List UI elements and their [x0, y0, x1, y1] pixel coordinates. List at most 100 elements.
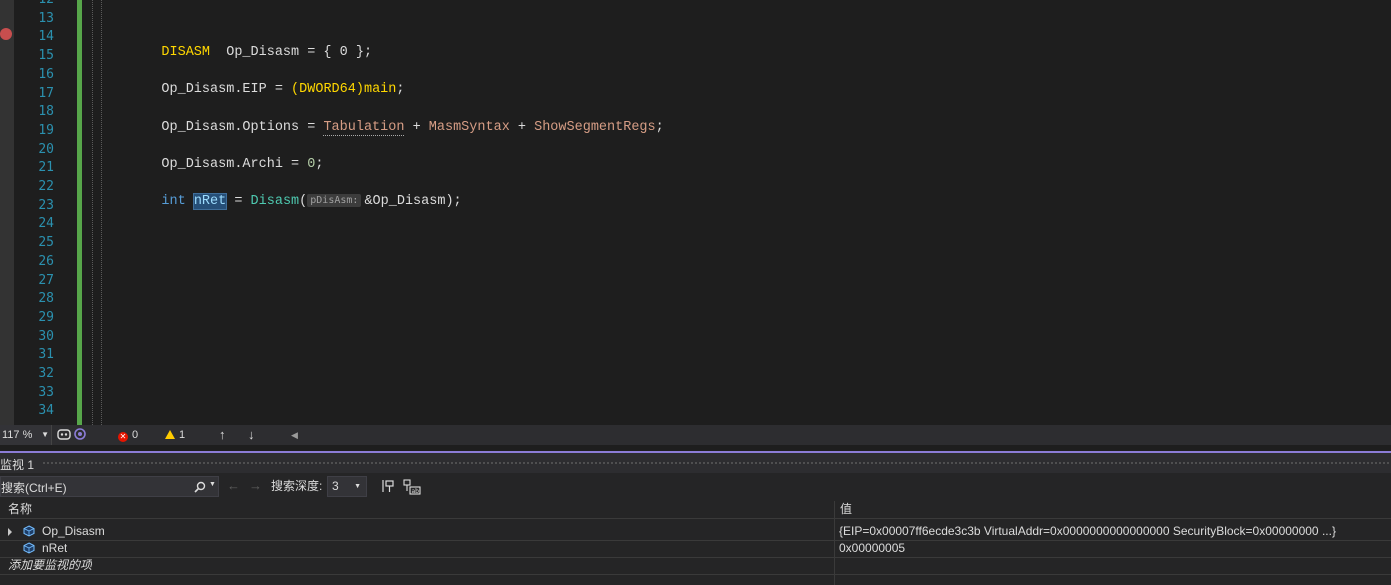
line-number: 17: [38, 85, 54, 101]
zoom-level: 117 %: [2, 429, 33, 441]
line-number: 14: [38, 29, 54, 45]
add-watch-placeholder[interactable]: 添加要监视的项: [8, 557, 92, 574]
chevron-down-icon: ▼: [354, 483, 361, 490]
line-number: 20: [38, 141, 54, 157]
scroll-left-icon[interactable]: ◀: [291, 425, 298, 445]
object-icon: [23, 542, 35, 554]
drag-grip[interactable]: [42, 461, 1391, 465]
code-text: +: [509, 119, 535, 135]
column-header-value[interactable]: 值: [840, 501, 852, 518]
chevron-down-icon[interactable]: ▼: [209, 481, 216, 488]
line-number: 19: [38, 122, 54, 138]
code-text: .Options =: [234, 119, 324, 135]
back-arrow-icon[interactable]: ←: [227, 475, 240, 497]
add-watch-row[interactable]: 添加要监视的项: [0, 557, 1391, 575]
search-icon[interactable]: [194, 481, 206, 493]
variable-token: Op_Disasm: [161, 119, 235, 135]
type-token: DISASM: [161, 44, 211, 60]
enum-token: ShowSegmentRegs: [534, 119, 656, 135]
breakpoint-icon[interactable]: [0, 28, 12, 40]
line-number: 30: [38, 328, 54, 344]
indent-guide: [101, 0, 103, 425]
code-text: ;: [655, 119, 664, 135]
code-text: .Archi =: [234, 156, 308, 172]
grid-header: 名称 值: [0, 501, 1391, 519]
intellicode-icon[interactable]: [74, 428, 86, 440]
warning-count[interactable]: 1: [165, 425, 185, 445]
watch-name: Op_Disasm: [42, 524, 105, 538]
code-text: =: [226, 194, 251, 210]
code-text: &Op_Disasm: [364, 194, 446, 210]
type-token: (DWORD64): [291, 82, 364, 98]
line-number: 15: [38, 48, 54, 64]
code-line-20[interactable]: Op_Disasm.Archi = 0;: [129, 137, 323, 172]
variable-token: Op_Disasm: [161, 82, 235, 98]
error-icon: ✕: [118, 432, 128, 442]
pin-icon[interactable]: [382, 479, 396, 494]
editor-status-bar: 117 % ▼ ✕ 0 1 ↑ ↓ ◀: [0, 425, 1391, 445]
zoom-dropdown[interactable]: 117 % ▼: [0, 425, 52, 445]
code-text: );: [445, 194, 462, 210]
watch-name: nRet: [42, 541, 68, 555]
line-number: 13: [38, 10, 54, 26]
copilot-icon[interactable]: [57, 428, 71, 440]
line-number: 25: [38, 235, 54, 251]
object-icon: [23, 525, 35, 537]
code-line-18[interactable]: Op_Disasm.Options = Tabulation + MasmSyn…: [129, 100, 664, 136]
chevron-down-icon: ▼: [41, 430, 49, 439]
expand-columns-icon[interactable]: ab: [403, 479, 421, 495]
depth-value: 3: [332, 479, 339, 493]
code-line-14[interactable]: DISASM Op_Disasm = { 0 };: [129, 25, 372, 60]
arrow-down-icon[interactable]: ↓: [248, 425, 255, 445]
line-number: 22: [38, 179, 54, 194]
watch-panel: 监视 1 ▼ ← → 搜索深度: 3 ▼ ab 名称 值 Op_Disasm {…: [0, 453, 1391, 585]
line-number: 24: [38, 216, 54, 232]
keyword-token: int: [161, 194, 186, 210]
search-input[interactable]: [1, 477, 188, 498]
line-number: 31: [38, 347, 54, 363]
inlay-hint: pDisAsm:: [307, 194, 362, 208]
line-number: 32: [38, 366, 54, 381]
line-number: 29: [38, 309, 54, 325]
watch-value[interactable]: 0x00000005: [839, 540, 905, 557]
enum-token: Tabulation: [323, 119, 405, 136]
code-text: ;: [315, 156, 324, 172]
expand-arrow-icon[interactable]: [8, 528, 12, 536]
watch-toolbar: ▼ ← → 搜索深度: 3 ▼ ab: [0, 475, 1391, 499]
line-number: 26: [38, 253, 54, 269]
line-number: 12: [14, 0, 54, 10]
depth-select[interactable]: 3 ▼: [327, 476, 367, 497]
change-tracking-bar: [77, 0, 82, 425]
watch-value[interactable]: {EIP=0x00007ff6ecde3c3b VirtualAddr=0x00…: [839, 523, 1389, 540]
watch-title: 监视 1: [0, 458, 35, 472]
line-number: 28: [38, 291, 54, 307]
code-text: (: [299, 194, 308, 210]
error-count[interactable]: ✕ 0: [118, 425, 138, 445]
error-count-value: 0: [132, 429, 139, 441]
line-number: 21: [38, 160, 54, 176]
forward-arrow-icon[interactable]: →: [249, 475, 262, 497]
line-number: 33: [38, 384, 54, 400]
warning-icon: [165, 430, 175, 439]
warning-count-value: 1: [179, 429, 186, 441]
line-number: 23: [38, 197, 54, 213]
code-text: +: [404, 119, 429, 135]
arrow-up-icon[interactable]: ↑: [219, 425, 226, 445]
variable-token: Op_Disasm: [161, 156, 235, 172]
function-token: Disasm: [250, 194, 300, 210]
code-line-16[interactable]: Op_Disasm.EIP = (DWORD64)main;: [129, 62, 404, 97]
search-box[interactable]: ▼: [0, 476, 219, 498]
code-line-22[interactable]: int nRet = Disasm(pDisAsm: &Op_Disasm);: [129, 175, 462, 211]
table-row[interactable]: Op_Disasm {EIP=0x00007ff6ecde3c3b Virtua…: [0, 523, 1391, 541]
code-editor[interactable]: 12 13 14 15 16 17 18 19 20 21 22 23 24 2…: [0, 0, 1391, 425]
table-row[interactable]: nRet 0x00000005: [0, 540, 1391, 558]
copilot-area[interactable]: [57, 425, 89, 445]
code-text: ;: [396, 82, 405, 98]
watch-title-bar[interactable]: 监视 1: [0, 453, 1391, 473]
column-header-name[interactable]: 名称: [8, 501, 32, 518]
indent-guide: [92, 0, 94, 425]
code-text: Op_Disasm = { 0 };: [210, 44, 373, 60]
line-number: 16: [38, 66, 54, 82]
glyph-margin[interactable]: [0, 0, 14, 425]
code-text: .EIP =: [234, 82, 292, 98]
